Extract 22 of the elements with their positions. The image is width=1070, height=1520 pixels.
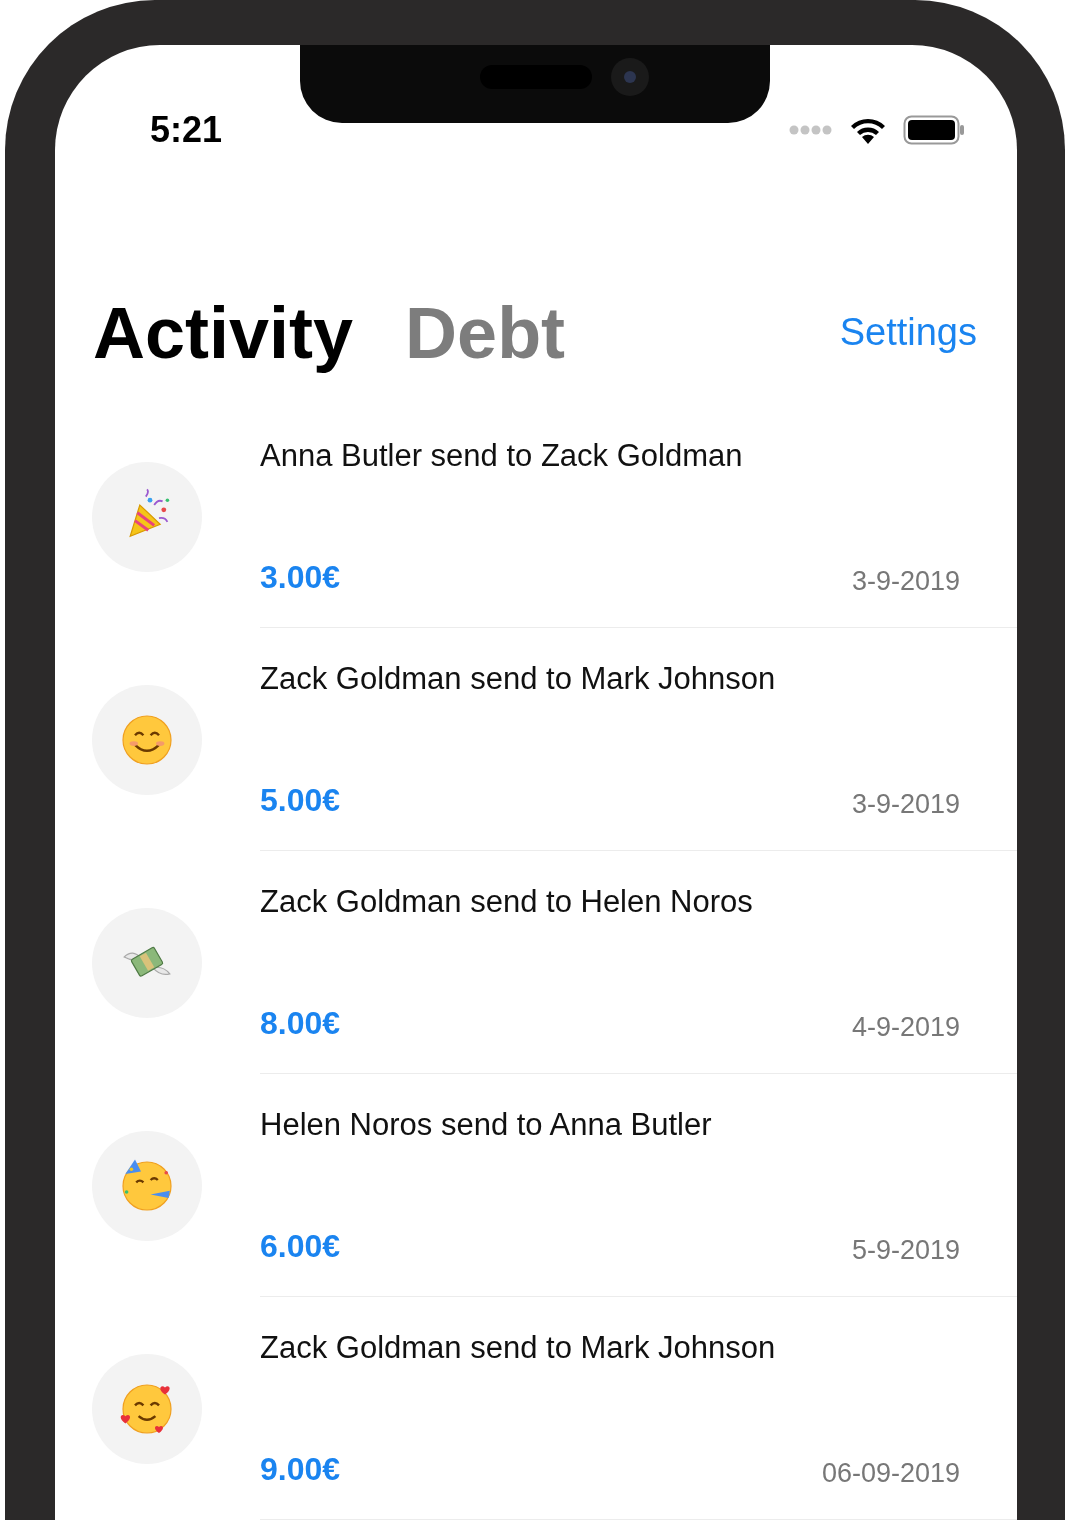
signal-icon — [789, 125, 833, 135]
camera-icon — [610, 57, 650, 97]
status-time: 5:21 — [150, 108, 223, 152]
activity-title: Zack Goldman send to Mark Johnson — [260, 1329, 777, 1367]
amount: 5.00€ — [260, 781, 341, 820]
activity-title: Zack Goldman send to Mark Johnson — [260, 660, 777, 698]
amount: 3.00€ — [260, 558, 341, 597]
amount: 9.00€ — [260, 1450, 341, 1489]
wifi-icon — [849, 116, 887, 144]
date: 4-9-2019 — [851, 1010, 960, 1044]
activity-title: Zack Goldman send to Helen Noros — [260, 883, 754, 921]
activity-title: Anna Butler send to Zack Goldman — [260, 437, 744, 475]
amount: 8.00€ — [260, 1004, 341, 1043]
settings-link[interactable]: Settings — [839, 304, 977, 361]
date: 06-09-2019 — [821, 1456, 960, 1490]
amount: 6.00€ — [260, 1227, 341, 1266]
activity-title: Helen Noros send to Anna Butler — [260, 1106, 713, 1144]
battery-icon — [903, 115, 965, 145]
date: 3-9-2019 — [851, 787, 960, 821]
date: 3-9-2019 — [851, 564, 960, 598]
date: 5-9-2019 — [851, 1233, 960, 1267]
tab[interactable]: Debt — [405, 297, 566, 369]
